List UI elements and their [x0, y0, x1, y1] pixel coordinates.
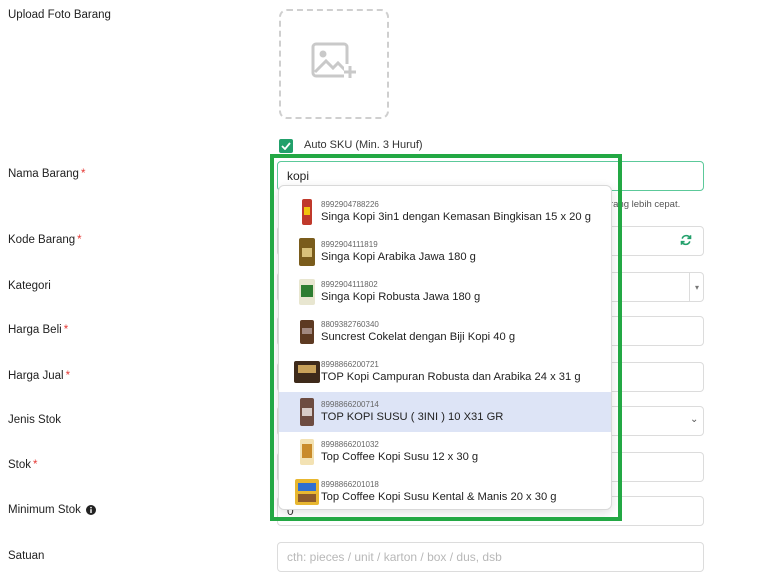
suggestion-name: Singa Kopi Robusta Jawa 180 g: [321, 291, 481, 303]
required-mark: *: [80, 168, 86, 180]
purchase-price-label: Harga Beli *: [8, 324, 69, 336]
upload-photo-label: Upload Foto Barang: [8, 9, 111, 21]
required-mark: *: [77, 234, 82, 246]
item-name-value: kopi: [287, 169, 310, 183]
auto-sku-checkbox[interactable]: [279, 139, 293, 153]
suggestion-sku: 8809382760340: [321, 320, 379, 329]
minimum-stock-label: Minimum Stok: [8, 504, 96, 516]
suggestion-item[interactable]: 8998866201032 Top Coffee Kopi Susu 12 x 3…: [279, 432, 611, 472]
suggestion-name: Top Coffee Kopi Susu Kental & Manis 20 x…: [321, 491, 557, 503]
required-mark: *: [65, 370, 71, 382]
product-suggestion-dropdown: 8992904788226 Singa Kopi 3in1 dengan Kema…: [278, 185, 612, 510]
info-icon[interactable]: [85, 505, 96, 515]
product-thumbnail-icon: [293, 197, 321, 227]
suggestion-name: TOP KOPI SUSU ( 3INI ) 10 X31 GR: [321, 411, 504, 423]
caret-down-icon[interactable]: ▾: [689, 273, 704, 301]
product-thumbnail-icon: [293, 317, 321, 347]
suggestion-item-selected[interactable]: 8998866200714 TOP KOPI SUSU ( 3INI ) 10 X…: [279, 392, 611, 432]
suggestion-sku: 8992904111802: [321, 280, 378, 289]
suggestion-sku: 8998866201018: [321, 480, 379, 489]
suggestion-item[interactable]: 8992904111819 Singa Kopi Arabika Jawa 180…: [279, 232, 611, 272]
suggestion-item[interactable]: 8992904788226 Singa Kopi 3in1 dengan Kema…: [279, 192, 611, 232]
product-thumbnail-icon: [293, 437, 321, 467]
suggestion-item[interactable]: 8809382760340 Suncrest Cokelat dengan Bij…: [279, 312, 611, 352]
helper-text: rang lebih cepat.: [610, 199, 681, 210]
required-mark: *: [33, 459, 38, 471]
unit-label: Satuan: [8, 550, 45, 562]
product-thumbnail-icon: [293, 277, 321, 307]
photo-upload-dropzone[interactable]: [279, 9, 389, 119]
unit-input[interactable]: cth: pieces / unit / karton / box / dus,…: [277, 542, 704, 572]
chevron-down-icon[interactable]: ⌄: [690, 414, 698, 425]
suggestion-item[interactable]: 8998866201018 Top Coffee Kopi Susu Kental…: [279, 472, 611, 509]
suggestion-sku: 8998866200721: [321, 360, 379, 369]
item-name-label: Nama Barang *: [8, 168, 86, 180]
required-mark: *: [63, 324, 69, 336]
suggestion-name: TOP Kopi Campuran Robusta dan Arabika 24…: [321, 371, 581, 383]
product-thumbnail-icon: [293, 477, 321, 507]
add-image-icon: [311, 42, 357, 87]
refresh-icon[interactable]: [680, 233, 692, 251]
suggestion-sku: 8992904111819: [321, 240, 378, 249]
suggestion-name: Singa Kopi 3in1 dengan Kemasan Bingkisan…: [321, 211, 591, 223]
auto-sku-label: Auto SKU (Min. 3 Huruf): [304, 139, 423, 151]
product-thumbnail-icon: [293, 397, 321, 427]
stock-label: Stok *: [8, 459, 38, 471]
suggestion-sku: 8998866200714: [321, 400, 379, 409]
suggestion-item[interactable]: 8998866200721 TOP Kopi Campuran Robusta d…: [279, 352, 611, 392]
product-thumbnail-icon: [293, 357, 321, 387]
suggestion-item[interactable]: 8992904111802 Singa Kopi Robusta Jawa 180…: [279, 272, 611, 312]
selling-price-label: Harga Jual *: [8, 370, 71, 382]
unit-placeholder: cth: pieces / unit / karton / box / dus,…: [287, 550, 502, 564]
product-thumbnail-icon: [293, 237, 321, 267]
suggestion-name: Singa Kopi Arabika Jawa 180 g: [321, 251, 476, 263]
stock-type-label: Jenis Stok: [8, 414, 62, 426]
suggestion-sku: 8998866201032: [321, 440, 379, 449]
suggestion-sku: 8992904788226: [321, 200, 379, 209]
item-code-label: Kode Barang *: [8, 234, 82, 246]
suggestion-name: Suncrest Cokelat dengan Biji Kopi 40 g: [321, 331, 516, 343]
suggestion-name: Top Coffee Kopi Susu 12 x 30 g: [321, 451, 479, 463]
category-label: Kategori: [8, 280, 51, 292]
